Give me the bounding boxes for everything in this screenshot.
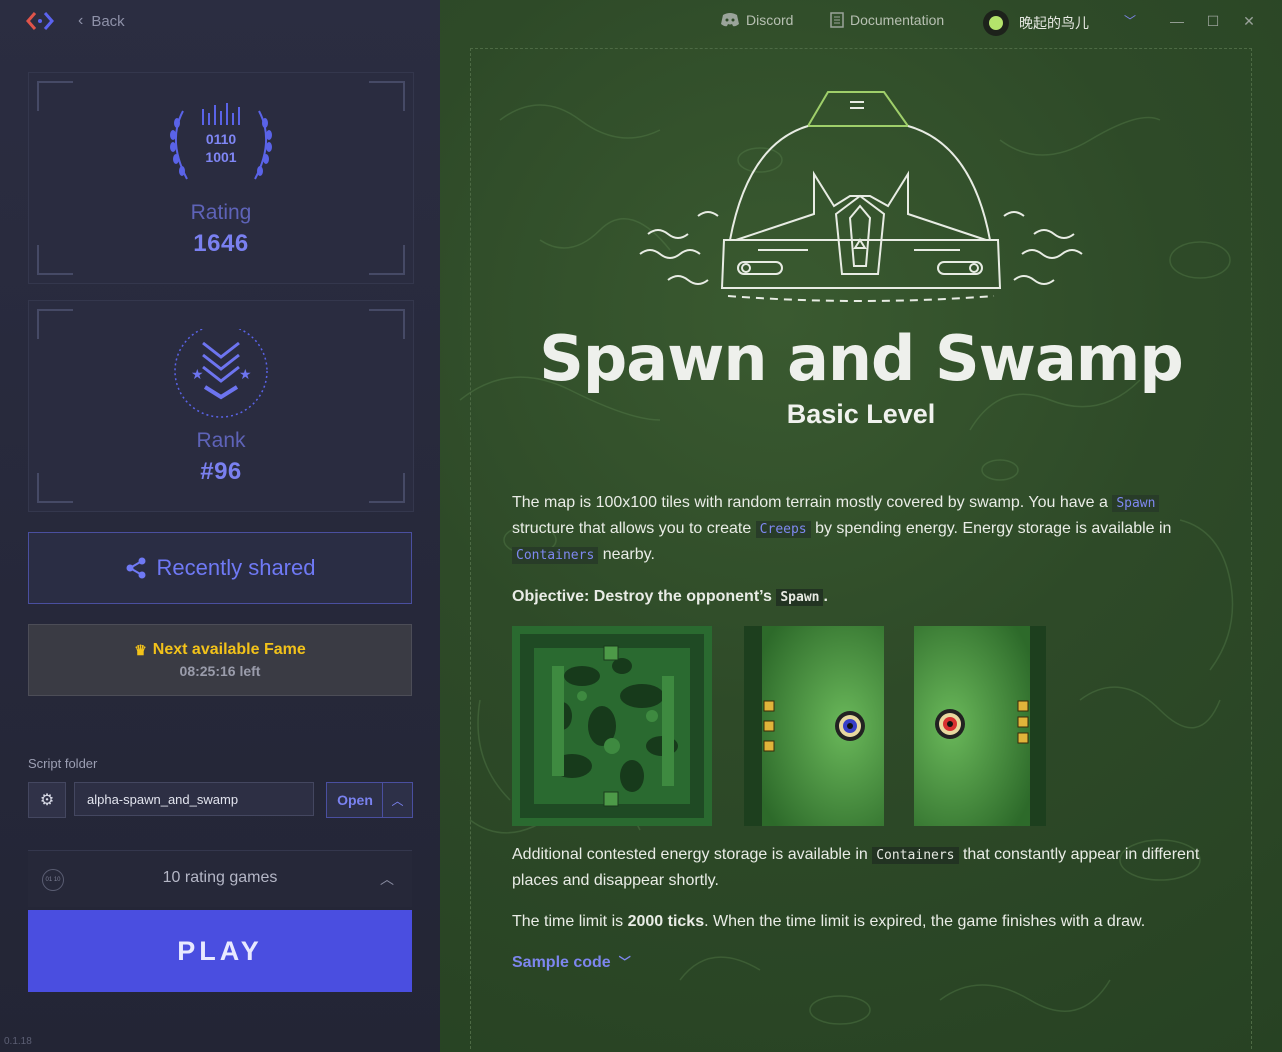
rating-card: 0110 1001 Rating 1646 (28, 72, 414, 284)
back-label: Back (91, 12, 125, 30)
map-previews (512, 626, 1212, 826)
documentation-link[interactable]: Documentation (830, 12, 944, 28)
red-spawn-image (914, 626, 1046, 826)
svg-text:★: ★ (191, 366, 204, 382)
rating-badge-icon (170, 103, 272, 180)
level-title: Spawn and Swamp (539, 322, 1184, 395)
right-topbar: Discord Documentation 晚起的鸟儿 ﹀ — ☐ ✕ (440, 0, 1282, 44)
code-containers: Containers (872, 847, 959, 864)
rating-value: 1646 (193, 230, 249, 257)
open-options-button[interactable]: ︿ (382, 782, 413, 818)
back-button[interactable]: ‹ Back (78, 12, 125, 30)
spawn-illustration (639, 91, 1083, 302)
chevron-down-icon[interactable]: ﹀ (1124, 12, 1136, 29)
description-paragraph: The map is 100x100 tiles with random ter… (512, 490, 1212, 568)
code-containers: Containers (512, 547, 599, 564)
play-button[interactable]: PLAY (28, 910, 412, 992)
documentation-label: Documentation (850, 12, 945, 28)
objective-paragraph: Objective: Destroy the opponent’s Spawn. (512, 584, 1212, 610)
fame-time-left: 08:25:16 left (179, 663, 261, 679)
open-folder-button[interactable]: Open (326, 782, 384, 818)
rating-games-selector[interactable]: 01 10 10 rating games ︿ (28, 850, 412, 907)
app-logo-icon[interactable] (26, 10, 54, 32)
level-description: The map is 100x100 tiles with random ter… (512, 490, 1212, 975)
discord-label: Discord (746, 12, 794, 28)
code-spawn: Spawn (776, 589, 824, 606)
user-menu[interactable]: 晚起的鸟儿 (983, 10, 1089, 36)
text-span: nearby. (598, 546, 655, 563)
next-fame-panel: ♛ Next available Fame 08:25:16 left (28, 624, 412, 696)
rank-chevrons-icon: ★ ★ (174, 329, 268, 418)
left-topbar: ‹ Back (0, 0, 440, 44)
recently-shared-label: Recently shared (156, 555, 316, 580)
version-label: 0.1.18 (4, 1036, 32, 1047)
maximize-icon[interactable]: ☐ (1202, 10, 1224, 32)
code-creeps: Creeps (755, 521, 811, 538)
containers-paragraph: Additional contested energy storage is a… (512, 842, 1212, 893)
text-span: . (823, 588, 828, 605)
fame-title: Next available Fame (152, 641, 306, 658)
chevron-up-icon: ︿ (391, 793, 404, 808)
rank-label: Rank (196, 429, 246, 452)
text-span: Additional contested energy storage is a… (512, 846, 873, 863)
left-panel: ‹ Back 0110 1001 Rating 1646 ★ ★ Rank #9… (0, 0, 440, 1052)
settings-button[interactable]: ⚙ (28, 782, 66, 818)
recently-shared-button[interactable]: Recently shared (28, 532, 412, 604)
crown-icon: ♛ (134, 641, 147, 658)
text-span: . When the time limit is expired, the ga… (704, 913, 1146, 930)
badge-line-2: 1001 (205, 149, 237, 165)
sample-code-toggle[interactable]: Sample code ﹀ (512, 950, 1212, 975)
share-icon (126, 557, 145, 579)
badge-line-1: 0110 (205, 131, 237, 147)
sample-code-label: Sample code (512, 954, 611, 971)
gear-icon: ⚙ (39, 792, 55, 809)
rank-value: #96 (200, 458, 242, 485)
text-span: structure that allows you to create (512, 520, 756, 537)
document-icon (830, 12, 844, 28)
text-span: Objective: Destroy the opponent’s (512, 588, 777, 605)
rank-card: ★ ★ Rank #96 (28, 300, 414, 512)
script-folder-label: Script folder (28, 756, 98, 771)
chevron-left-icon: ‹ (78, 12, 84, 29)
avatar (983, 10, 1009, 36)
close-icon[interactable]: ✕ (1238, 10, 1260, 32)
code-spawn: Spawn (1112, 495, 1160, 512)
rating-label: Rating (190, 201, 252, 224)
minimize-icon[interactable]: — (1166, 10, 1188, 32)
level-subtitle: Basic Level (786, 399, 936, 429)
chevron-up-icon: ︿ (380, 871, 394, 887)
text-span: by spending energy. Energy storage is av… (810, 520, 1172, 537)
chevron-down-icon: ﹀ (618, 955, 631, 969)
discord-link[interactable]: Discord (720, 12, 793, 28)
discord-icon (721, 13, 739, 27)
script-folder-input[interactable] (74, 782, 314, 816)
terrain-map-image (512, 626, 712, 826)
svg-text:★: ★ (239, 366, 252, 382)
time-limit-paragraph: The time limit is 2000 ticks. When the t… (512, 909, 1212, 934)
blue-spawn-image (744, 626, 884, 826)
text-span: The map is 100x100 tiles with random ter… (512, 494, 1113, 511)
text-span: The time limit is (512, 913, 628, 930)
ticks-value: 2000 ticks (627, 913, 705, 930)
level-panel: Discord Documentation 晚起的鸟儿 ﹀ — ☐ ✕ Spaw… (440, 0, 1282, 1052)
rating-games-label: 10 rating games (162, 869, 278, 886)
username: 晚起的鸟儿 (1019, 15, 1089, 31)
